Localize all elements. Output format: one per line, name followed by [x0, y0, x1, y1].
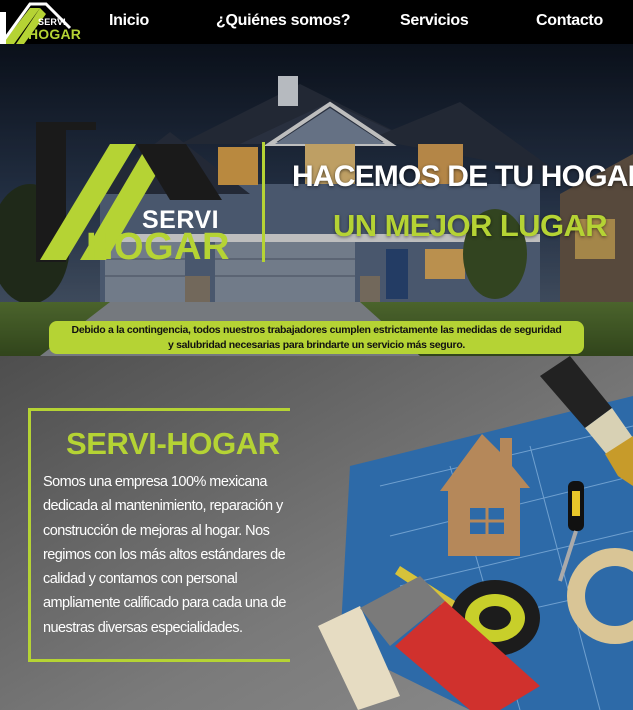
about-frame-top	[28, 408, 290, 411]
nav-item-inicio[interactable]: Inicio	[109, 12, 149, 30]
notice-line2: y salubridad necesarias para brindarte u…	[167, 339, 466, 351]
nav-logo-hogar: HOGAR	[28, 26, 82, 42]
notice-line1: Debido a la contingencia, todos nuestros…	[71, 324, 562, 336]
covid-notice-banner: Debido a la contingencia, todos nuestros…	[49, 321, 584, 354]
hero-logo-hogar: HOGAR	[86, 226, 230, 268]
about-section: SERVI-HOGAR Somos una empresa 100% mexic…	[0, 356, 633, 710]
nav-logo[interactable]: SERVI HOGAR	[0, 0, 82, 44]
hero-banner: SERVI HOGAR HACEMOS DE TU HOGAR UN MEJOR…	[0, 44, 633, 356]
about-description: Somos una empresa 100% mexicana dedicada…	[43, 474, 287, 636]
nav-item-contacto[interactable]: Contacto	[536, 12, 603, 30]
about-title: SERVI-HOGAR	[66, 426, 280, 461]
hero-divider	[262, 142, 265, 262]
nav-item-servicios[interactable]: Servicios	[400, 12, 469, 30]
hero-title-line1: HACEMOS DE TU HOGAR	[292, 160, 633, 193]
nav-item-quienes-somos[interactable]: ¿Quiénes somos?	[216, 12, 351, 30]
top-nav: SERVI HOGAR Inicio ¿Quiénes somos? Servi…	[0, 0, 633, 44]
hero-title-line2: UN MEJOR LUGAR	[333, 208, 608, 243]
about-frame-bottom	[28, 659, 290, 662]
